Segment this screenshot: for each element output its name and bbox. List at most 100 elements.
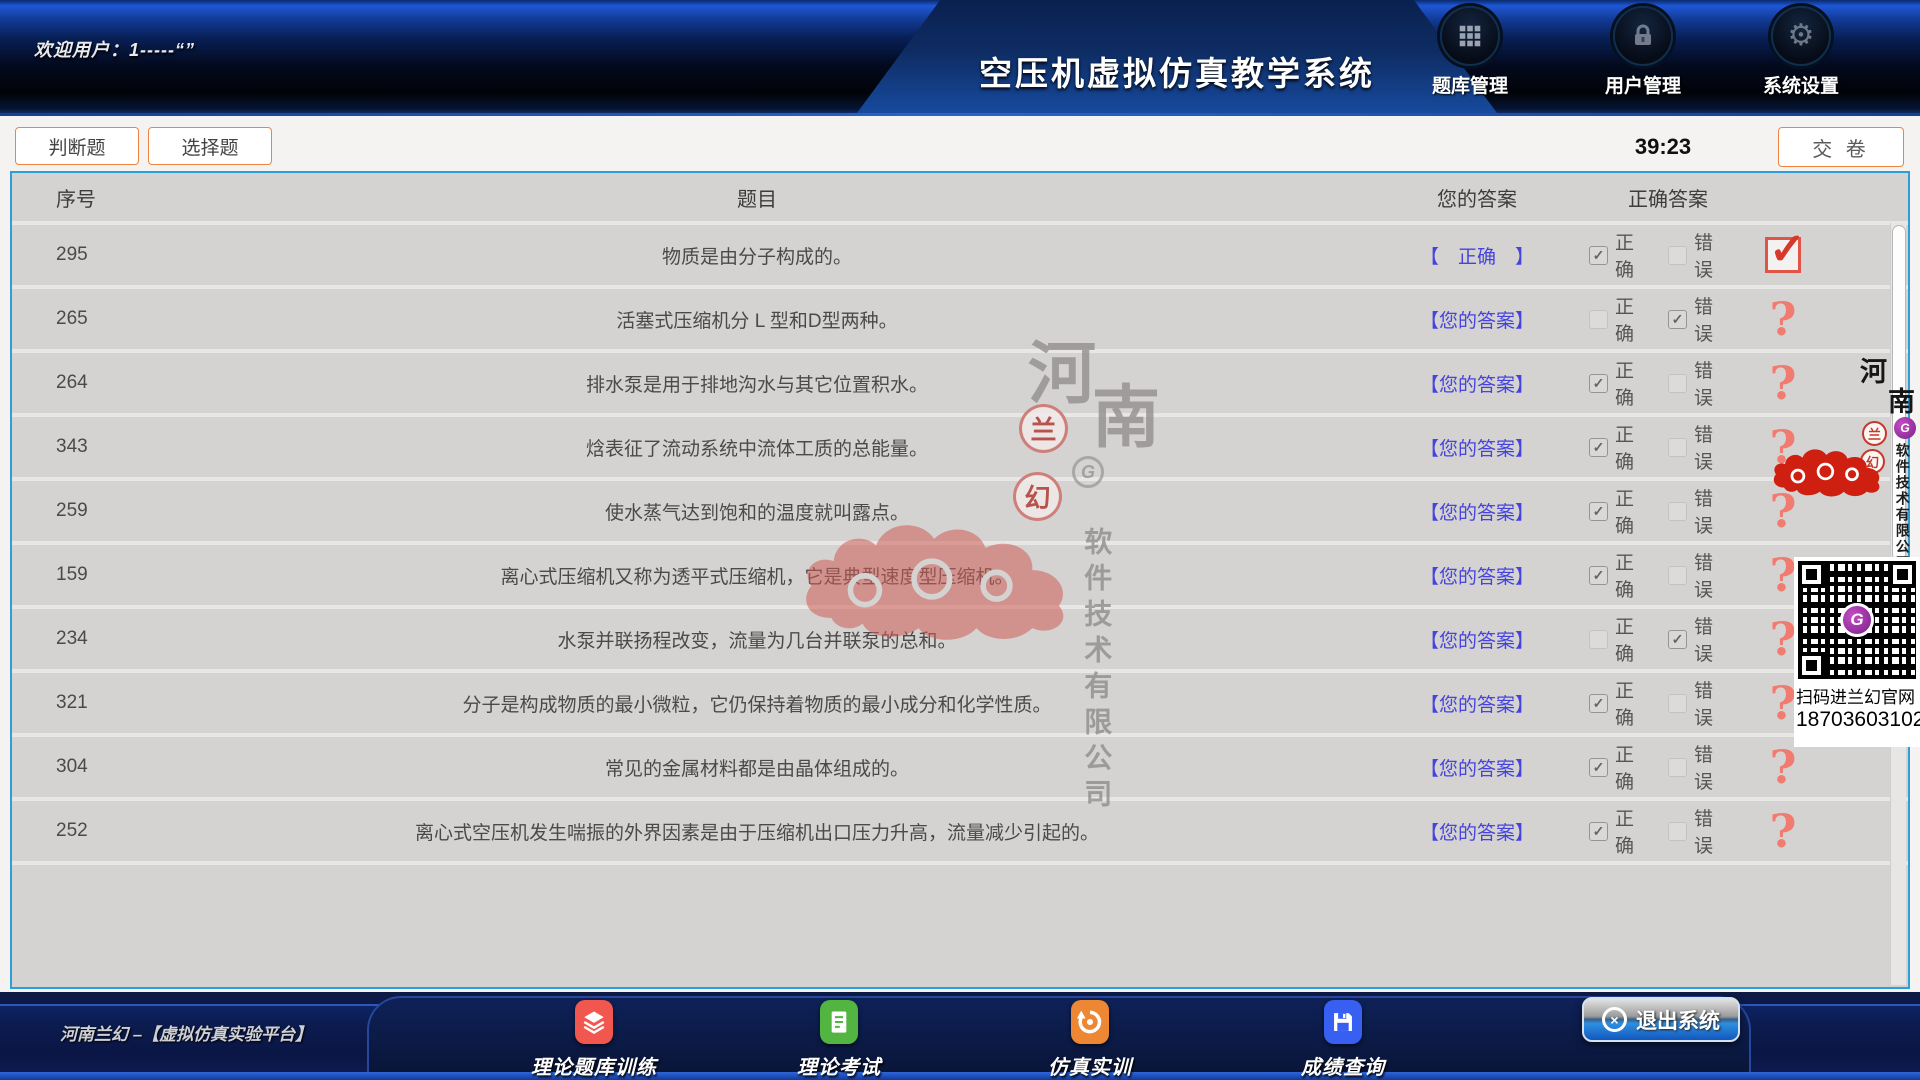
checkbox-wrong[interactable] [1668, 566, 1687, 585]
checkbox-wrong[interactable] [1668, 502, 1687, 521]
your-answer-text: 【您的答案】 [1420, 311, 1534, 332]
nav-score-query[interactable]: 成绩查询 [1258, 1000, 1428, 1080]
checkbox-right[interactable] [1589, 822, 1608, 841]
tab-judgement-questions[interactable]: 判断题 [15, 127, 139, 165]
tab-choice-questions[interactable]: 选择题 [148, 127, 272, 165]
checkbox-right[interactable] [1589, 438, 1608, 457]
table-row: 234 水泵并联扬程改变，流量为几台并联泵的总和。 【您的答案】 正确 错误 [12, 609, 1908, 669]
correct-answer-options: 正确 错误 [1577, 484, 1747, 538]
checkbox-right[interactable] [1589, 758, 1608, 777]
checkbox-right[interactable] [1589, 694, 1608, 713]
menu-user-management[interactable]: 用户管理 [1578, 6, 1708, 98]
wrong-question-mark-icon [1770, 488, 1797, 534]
exit-system-button[interactable]: 退出系统 [1582, 997, 1740, 1042]
checkbox-wrong-label: 错误 [1694, 420, 1727, 474]
nav-theory-exam[interactable]: 理论考试 [754, 1000, 924, 1080]
checkbox-right[interactable] [1589, 502, 1608, 521]
checkbox-right-label: 正确 [1615, 676, 1648, 730]
layers-check-icon [575, 1000, 613, 1044]
checkbox-wrong[interactable] [1668, 694, 1687, 713]
checkbox-wrong[interactable] [1668, 374, 1687, 393]
question-number: 343 [12, 436, 137, 458]
submit-paper-button[interactable]: 交 卷 [1778, 127, 1904, 167]
nav-label: 仿真实训 [1005, 1051, 1175, 1080]
checkbox-right[interactable] [1589, 374, 1608, 393]
correct-answer-options: 正确 错误 [1577, 804, 1747, 858]
checkbox-wrong[interactable] [1668, 246, 1687, 265]
welcome-user-text: 欢迎用户：1-----“” [34, 36, 195, 62]
nav-theory-bank-training[interactable]: 理论题库训练 [509, 1000, 679, 1080]
result-cell [1747, 424, 1819, 470]
menu-system-settings[interactable]: ⚙ 系统设置 [1736, 6, 1866, 98]
qr-code: G [1798, 561, 1916, 679]
wrong-question-mark-icon [1770, 808, 1797, 854]
qr-panel: G 扫码进兰幻官网 18703603102 [1794, 557, 1920, 747]
question-number: 259 [12, 500, 137, 522]
wrong-question-mark-icon [1770, 296, 1797, 342]
title-plate: 空压机虚拟仿真教学系统 [857, 0, 1497, 113]
exit-label: 退出系统 [1636, 1005, 1720, 1035]
table-row: 159 离心式压缩机又称为透平式压缩机，它是典型速度型压缩机。 【您的答案】 正… [12, 545, 1908, 605]
your-answer-text: 【您的答案】 [1420, 375, 1534, 396]
checkbox-wrong-label: 错误 [1694, 612, 1727, 666]
nav-simulation-training[interactable]: 仿真实训 [1005, 1000, 1175, 1080]
table-row: 252 离心式空压机发生喘振的外界因素是由于压缩机出口压力升高，流量减少引起的。… [12, 801, 1908, 861]
wrong-question-mark-icon [1770, 360, 1797, 406]
correct-answer-options: 正确 错误 [1577, 676, 1747, 730]
checkbox-wrong[interactable] [1668, 822, 1687, 841]
menu-question-bank[interactable]: 题库管理 [1405, 6, 1535, 98]
qr-finder-icon [1798, 561, 1825, 588]
question-number: 265 [12, 308, 137, 330]
check-icon [1593, 376, 1605, 390]
question-text: 水泵并联扬程改变，流量为几台并联泵的总和。 [137, 626, 1377, 653]
check-icon [1593, 504, 1605, 518]
checkbox-wrong-label: 错误 [1694, 356, 1727, 410]
correct-answer-options: 正确 错误 [1577, 612, 1747, 666]
checkbox-wrong-label: 错误 [1694, 804, 1727, 858]
qr-finder-icon [1798, 652, 1825, 679]
your-answer-text: 【您的答案】 [1420, 823, 1534, 844]
correct-answer-options: 正确 错误 [1577, 228, 1747, 282]
check-icon [1593, 696, 1605, 710]
checkbox-wrong-label: 错误 [1694, 484, 1727, 538]
sync-gear-icon [1071, 1000, 1109, 1044]
exam-countdown-timer: 39:23 [1613, 134, 1713, 160]
your-answer-text: 【您的答案】 [1420, 631, 1534, 652]
checkbox-wrong-label: 错误 [1694, 228, 1727, 282]
question-number: 159 [12, 564, 137, 586]
check-icon [1593, 440, 1605, 454]
wrong-question-mark-icon [1770, 616, 1797, 662]
question-text: 常见的金属材料都是由晶体组成的。 [137, 754, 1377, 781]
lanhuan-logo-icon: G [1840, 603, 1874, 637]
check-icon [1593, 760, 1605, 774]
result-cell [1747, 488, 1819, 534]
checkbox-wrong[interactable] [1668, 310, 1687, 329]
checkbox-wrong[interactable] [1668, 438, 1687, 457]
checkbox-right-label: 正确 [1615, 420, 1648, 474]
checkbox-wrong[interactable] [1668, 758, 1687, 777]
gear-icon: ⚙ [1771, 6, 1831, 66]
menu-label: 题库管理 [1405, 71, 1535, 98]
checkbox-right[interactable] [1589, 246, 1608, 265]
checkbox-right[interactable] [1589, 566, 1608, 585]
checkbox-right[interactable] [1589, 310, 1608, 329]
table-row: 321 分子是构成物质的最小微粒，它仍保持着物质的最小成分和化学性质。 【您的答… [12, 673, 1908, 733]
checkbox-right-label: 正确 [1615, 740, 1648, 794]
wrong-question-mark-icon [1770, 744, 1797, 790]
checkbox-wrong[interactable] [1668, 630, 1687, 649]
checkbox-right-label: 正确 [1615, 292, 1648, 346]
scrollbar-thumb[interactable] [1892, 225, 1906, 561]
checkbox-right[interactable] [1589, 630, 1608, 649]
menu-label: 系统设置 [1736, 71, 1866, 98]
top-header: 欢迎用户：1-----“” 空压机虚拟仿真教学系统 题库管理 用户管理 [0, 0, 1920, 116]
checkbox-right-label: 正确 [1615, 356, 1648, 410]
your-answer-text: 【 正确 】 [1420, 247, 1534, 268]
page-title: 空压机虚拟仿真教学系统 [979, 19, 1375, 95]
document-icon [820, 1000, 858, 1044]
table-row: 264 排水泵是用于排地沟水与其它位置积水。 【您的答案】 正确 错误 [12, 353, 1908, 413]
result-cell [1747, 744, 1819, 790]
wrong-question-mark-icon [1770, 552, 1797, 598]
checkbox-wrong-label: 错误 [1694, 676, 1727, 730]
checkbox-wrong-label: 错误 [1694, 292, 1727, 346]
question-number: 304 [12, 756, 137, 778]
